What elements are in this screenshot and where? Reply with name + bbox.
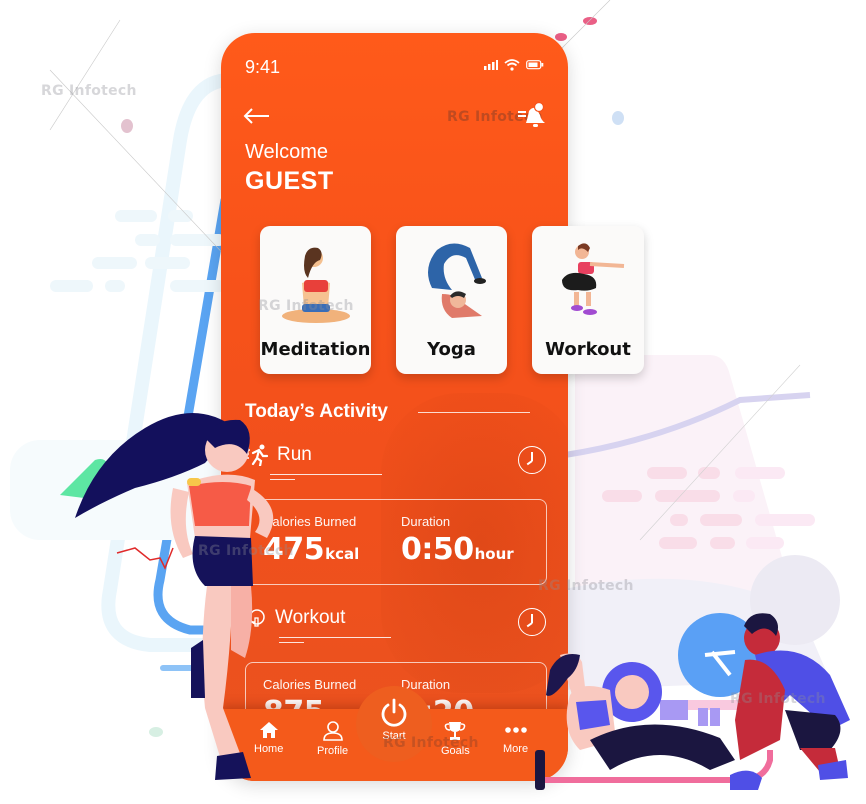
nav-label: More <box>503 743 529 755</box>
duration-label: Duration <box>401 677 451 692</box>
runner-illustration <box>75 413 274 780</box>
watermark-text: RG Infotech <box>383 735 479 751</box>
nav-more[interactable]: More <box>503 721 528 755</box>
activity-name: Workout <box>275 607 346 628</box>
battery-icon <box>526 60 544 70</box>
nav-label: Profile <box>317 745 349 757</box>
category-label: Yoga <box>427 339 476 360</box>
duration-unit: hour <box>474 545 514 563</box>
watermark-text: RG Infotech <box>538 578 634 594</box>
calories-unit: kcal <box>325 545 360 563</box>
wifi-icon <box>504 59 520 71</box>
meditation-illustration <box>281 247 350 323</box>
category-label: Workout <box>545 339 631 360</box>
watermark-text: RG Infotech <box>258 298 354 314</box>
power-icon <box>381 698 407 727</box>
duration-stat: Duration 0:50hour <box>401 514 514 567</box>
yoga-illustration <box>427 243 486 318</box>
bell-icon[interactable] <box>518 101 546 134</box>
duration-label: Duration <box>401 514 451 529</box>
watermark-text: RG Infotech <box>198 543 294 559</box>
profile-icon <box>322 721 343 741</box>
user-name: GUEST <box>245 167 334 195</box>
category-yoga[interactable]: Yoga <box>396 226 507 374</box>
status-time: 9:41 <box>245 57 281 77</box>
welcome-text: Welcome <box>245 141 328 163</box>
divider <box>270 474 382 475</box>
category-label: Meditation <box>260 339 371 360</box>
more-icon <box>504 727 527 733</box>
duration-value: 0:50 <box>401 532 474 567</box>
clock-icon[interactable] <box>518 446 546 474</box>
workout-illustration <box>562 243 625 315</box>
run-stats-card: Calories Burned 475kcal Duration 0:50hou… <box>245 499 547 585</box>
watermark-text: RG Infotech <box>730 691 826 707</box>
back-arrow-icon[interactable] <box>243 105 271 129</box>
divider <box>279 637 391 638</box>
category-workout[interactable]: Workout <box>532 226 644 374</box>
nav-profile[interactable]: Profile <box>317 721 348 757</box>
watermark-text: RG Infotech <box>41 83 137 99</box>
status-icons <box>484 59 544 71</box>
signal-icon <box>484 60 498 70</box>
divider <box>418 412 530 413</box>
